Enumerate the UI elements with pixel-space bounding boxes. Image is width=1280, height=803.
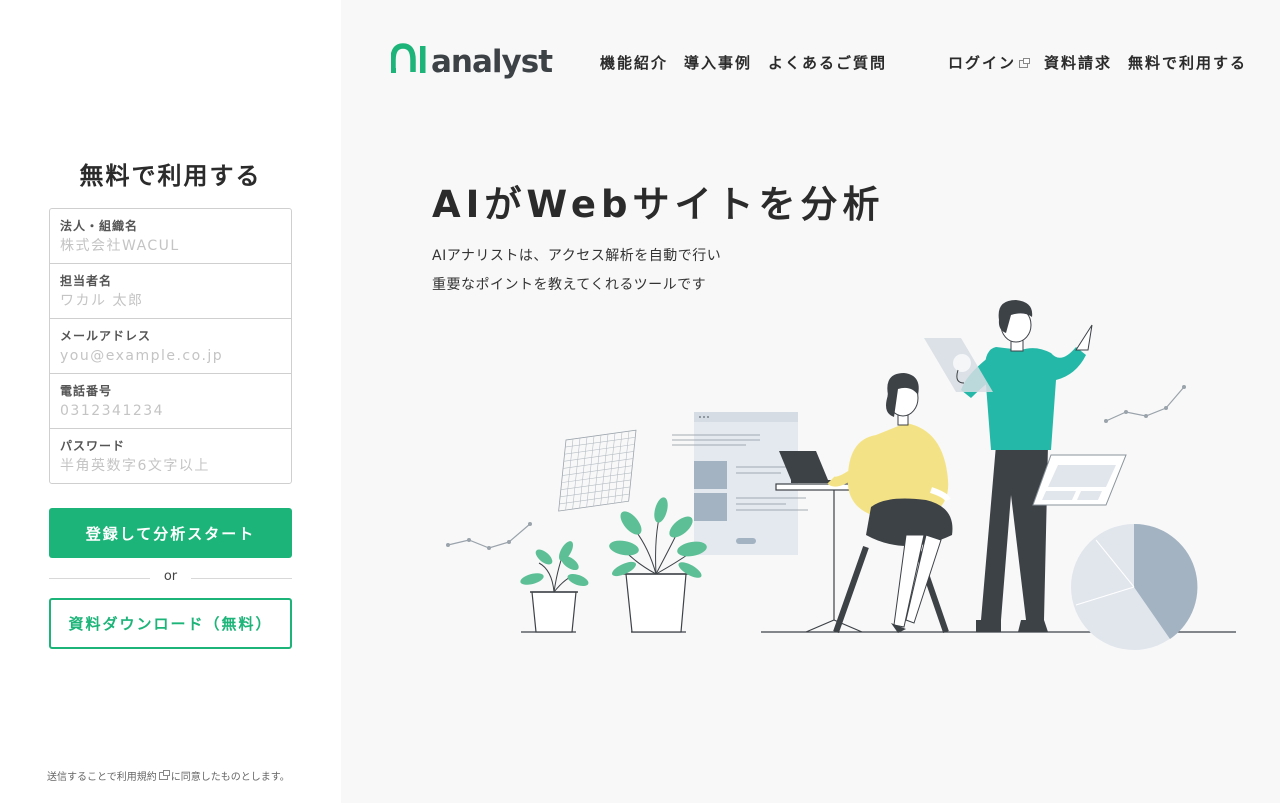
or-text: or xyxy=(163,569,178,584)
hero-illustration xyxy=(446,300,1236,650)
password-label: パスワード xyxy=(60,439,126,453)
signup-title: 無料で利用する xyxy=(79,162,262,190)
register-start-button[interactable]: 登録して分析スタート xyxy=(49,508,292,558)
email-input[interactable] xyxy=(60,346,281,366)
nav-faq[interactable]: よくあるご質問 xyxy=(768,52,887,73)
org-name-label: 法人・組織名 xyxy=(60,219,139,233)
or-divider: or xyxy=(49,568,292,588)
contact-name-label: 担当者名 xyxy=(60,274,113,288)
nav-features[interactable]: 機能紹介 xyxy=(600,52,668,73)
contact-name-input[interactable] xyxy=(60,291,281,311)
org-name-field[interactable]: 法人・組織名 xyxy=(50,209,291,264)
logo-text: analyst xyxy=(431,44,553,80)
hero-subtitle-line1: AIアナリストは、アクセス解析を自動で行い xyxy=(432,248,722,264)
terms-text-after: に同意したものとします。 xyxy=(170,772,290,783)
ai-analyst-logo[interactable]: analyst xyxy=(391,38,556,86)
nav-free-trial[interactable]: 無料で利用する xyxy=(1128,52,1247,73)
hero-title: AIがWebサイトを分析 xyxy=(432,183,885,226)
signup-panel: 無料で利用する 法人・組織名 担当者名 メールアドレス 電話番号 パスワード 登… xyxy=(0,0,341,803)
email-label: メールアドレス xyxy=(60,329,152,343)
password-field[interactable]: パスワード xyxy=(50,429,291,483)
phone-field[interactable]: 電話番号 xyxy=(50,374,291,429)
terms-link[interactable]: 利用規約 xyxy=(117,772,157,783)
download-docs-button[interactable]: 資料ダウンロード（無料） xyxy=(49,598,292,649)
login-external-icon xyxy=(1019,58,1031,68)
signup-form: 法人・組織名 担当者名 メールアドレス 電話番号 パスワード xyxy=(49,208,292,484)
divider-line-right xyxy=(191,578,292,579)
contact-name-field[interactable]: 担当者名 xyxy=(50,264,291,319)
phone-input[interactable] xyxy=(60,401,281,421)
terms-notice: 送信することで利用規約 に同意したものとします。 xyxy=(47,768,290,783)
terms-text-before: 送信することで xyxy=(47,772,117,783)
nav-request-docs[interactable]: 資料請求 xyxy=(1044,52,1112,73)
external-link-icon xyxy=(158,770,170,780)
hero-area: analyst 機能紹介 導入事例 よくあるご質問 ログイン 資料請求 無料で利… xyxy=(341,0,1280,803)
hero-subtitle-line2: 重要なポイントを教えてくれるツールです xyxy=(432,277,707,293)
org-name-input[interactable] xyxy=(60,236,281,256)
phone-label: 電話番号 xyxy=(60,384,113,398)
password-input[interactable] xyxy=(60,456,281,476)
nav-login[interactable]: ログイン xyxy=(948,52,1031,73)
nav-cases[interactable]: 導入事例 xyxy=(684,52,752,73)
nav-login-label: ログイン xyxy=(948,54,1017,72)
email-field[interactable]: メールアドレス xyxy=(50,319,291,374)
